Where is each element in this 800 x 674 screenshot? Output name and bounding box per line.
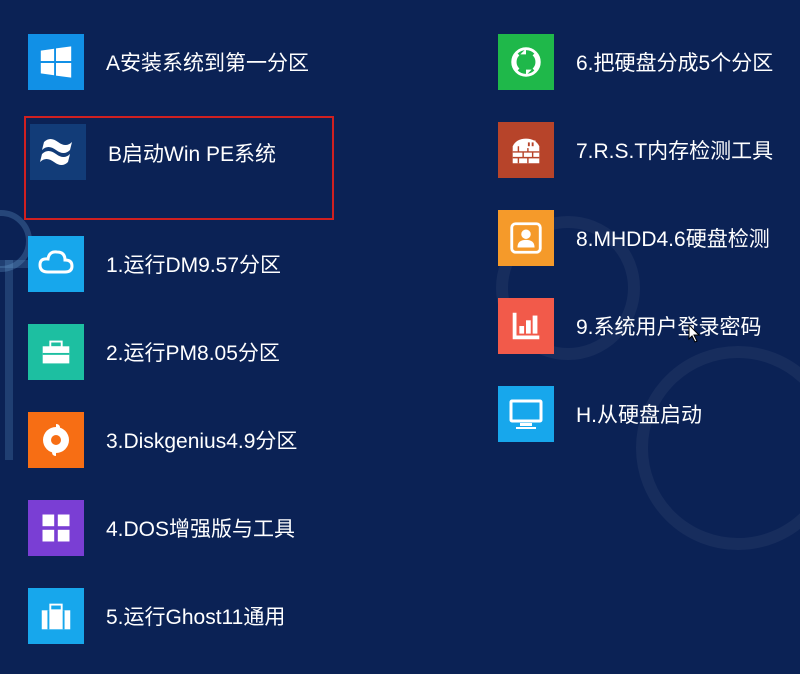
sync-icon: [498, 34, 554, 90]
menu-item[interactable]: B启动Win PE系统: [24, 116, 334, 220]
menu-item[interactable]: 7.R.S.T内存检测工具: [494, 120, 794, 180]
menu-item-label: 8.MHDD4.6硬盘检测: [576, 223, 770, 253]
menu-item-label: 1.运行DM9.57分区: [106, 249, 281, 279]
menu-item-label: 7.R.S.T内存检测工具: [576, 135, 773, 165]
menu-item-label: 3.Diskgenius4.9分区: [106, 425, 297, 455]
menu-item-label: 2.运行PM8.05分区: [106, 337, 280, 367]
windowsFlag-icon: [30, 124, 86, 180]
cloud-icon: [28, 236, 84, 292]
menu-item-label: B启动Win PE系统: [108, 138, 276, 168]
menu-item[interactable]: A安装系统到第一分区: [24, 32, 494, 92]
menu-column-right: 6.把硬盘分成5个分区 7.R.S.T内存检测工具 8.MHDD4.6硬盘检测 9.系…: [494, 32, 794, 674]
menu-item[interactable]: 4.DOS增强版与工具: [24, 498, 494, 558]
suitcase-icon: [28, 588, 84, 644]
firewall-icon: [498, 122, 554, 178]
windows8-icon: [28, 34, 84, 90]
menu-item[interactable]: H.从硬盘启动: [494, 384, 794, 444]
menu-item[interactable]: 8.MHDD4.6硬盘检测: [494, 208, 794, 268]
briefcase-icon: [28, 324, 84, 380]
menu-column-left: A安装系统到第一分区 B启动Win PE系统 1.运行DM9.57分区 2.运行PM8…: [24, 32, 494, 674]
menu-item[interactable]: 9.系统用户登录密码: [494, 296, 794, 356]
menu-item-label: 6.把硬盘分成5个分区: [576, 47, 773, 77]
menu-item[interactable]: 3.Diskgenius4.9分区: [24, 410, 494, 470]
tiles-icon: [28, 500, 84, 556]
menu-item-label: A安装系统到第一分区: [106, 47, 309, 77]
origin-icon: [28, 412, 84, 468]
monitor-icon: [498, 386, 554, 442]
chart-icon: [498, 298, 554, 354]
menu-item[interactable]: 5.运行Ghost11通用: [24, 586, 494, 646]
menu-item-label: H.从硬盘启动: [576, 399, 702, 429]
person-icon: [498, 210, 554, 266]
menu-item-label: 5.运行Ghost11通用: [106, 601, 285, 631]
menu-item-label: 9.系统用户登录密码: [576, 311, 762, 341]
menu-item-label: 4.DOS增强版与工具: [106, 513, 295, 543]
menu-item[interactable]: 6.把硬盘分成5个分区: [494, 32, 794, 92]
menu-item[interactable]: 1.运行DM9.57分区: [24, 234, 494, 294]
menu-item[interactable]: 2.运行PM8.05分区: [24, 322, 494, 382]
